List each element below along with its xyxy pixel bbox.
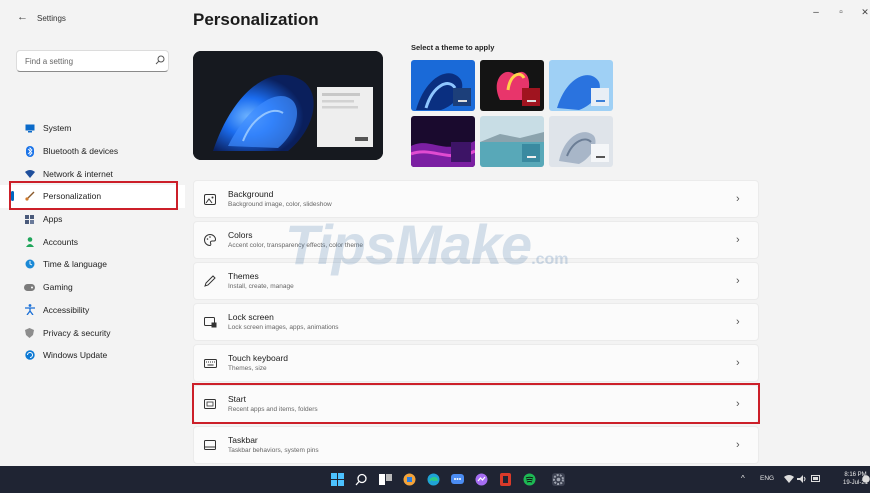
image-icon [203, 192, 217, 206]
pen-icon [203, 274, 217, 288]
setting-title: Themes [228, 271, 259, 281]
search-icon[interactable] [355, 473, 368, 486]
setting-subtitle: Install, create, manage [228, 283, 294, 290]
sidebar-item-privacy[interactable]: Privacy & security [0, 321, 185, 344]
sidebar-item-system[interactable]: System [0, 117, 185, 140]
task-view-icon[interactable] [379, 473, 392, 486]
shield-icon [24, 327, 35, 338]
setting-row-colors[interactable]: Colors Accent color, transparency effects… [193, 221, 759, 259]
chevron-right-icon: › [736, 234, 740, 246]
battery-icon[interactable] [811, 475, 821, 484]
chat-icon[interactable] [451, 473, 464, 486]
bluetooth-icon [24, 145, 35, 157]
theme-select-label: Select a theme to apply [411, 43, 495, 52]
setting-row-lock-screen[interactable]: Lock screen Lock screen images, apps, ani… [193, 303, 759, 341]
chevron-right-icon: › [736, 193, 740, 205]
theme-grid [411, 60, 613, 168]
bloom-wallpaper-image [193, 51, 383, 160]
setting-title: Lock screen [228, 312, 274, 322]
maximize-button[interactable]: ▫ [833, 7, 849, 18]
theme-option-sunrise[interactable] [549, 116, 613, 167]
sidebar-item-time-language[interactable]: Time & language [0, 253, 185, 276]
setting-title: Background [228, 189, 274, 199]
setting-row-touch-keyboard[interactable]: Touch keyboard Themes, size › [193, 344, 759, 382]
notification-icon[interactable] [862, 474, 870, 486]
close-button[interactable]: ✕ [857, 7, 870, 18]
update-icon [24, 350, 35, 361]
theme-preview [193, 51, 383, 160]
chevron-right-icon: › [736, 357, 740, 369]
setting-title: Taskbar [228, 435, 258, 445]
taskbar: ^ ENG 8:16 PM 19-Jul-21 [0, 466, 870, 493]
theme-option-captured-motion[interactable] [480, 116, 544, 167]
wifi-icon [24, 168, 35, 179]
setting-subtitle: Accent color, transparency effects, colo… [228, 242, 364, 249]
search-icon[interactable] [155, 55, 165, 65]
lock-screen-icon [203, 315, 217, 329]
widgets-icon[interactable] [403, 473, 416, 486]
setting-subtitle: Background image, color, slideshow [228, 201, 332, 208]
volume-icon[interactable] [797, 475, 807, 485]
sidebar-nav: System Bluetooth & devices Network & int… [0, 117, 185, 367]
messenger-icon[interactable] [475, 473, 488, 486]
sidebar-item-label: Apps [43, 214, 63, 225]
theme-option-flow-purple[interactable] [411, 116, 475, 167]
edge-icon[interactable] [427, 473, 440, 486]
chevron-right-icon: › [736, 275, 740, 287]
chevron-right-icon: › [736, 316, 740, 328]
sidebar-item-label: System [43, 123, 72, 134]
page-title: Personalization [193, 10, 319, 29]
sidebar-item-accounts[interactable]: Accounts [0, 230, 185, 253]
keyboard-icon [203, 356, 217, 370]
app-title: Settings [37, 14, 66, 23]
person-icon [24, 236, 35, 247]
sidebar-item-label: Accessibility [43, 304, 90, 315]
language-indicator[interactable]: ENG [760, 475, 774, 482]
office-icon[interactable] [499, 473, 512, 486]
taskbar-icon [203, 438, 217, 452]
chevron-right-icon: › [736, 439, 740, 451]
title-bar: ← Settings – ▫ ✕ [0, 0, 870, 34]
sidebar-item-label: Privacy & security [43, 327, 111, 338]
gamepad-icon [24, 282, 35, 293]
apps-icon [24, 214, 35, 225]
search-input[interactable] [16, 50, 169, 72]
wifi-tray-icon[interactable] [784, 475, 794, 485]
sidebar-item-gaming[interactable]: Gaming [0, 276, 185, 299]
settings-gear-icon[interactable] [552, 473, 565, 486]
highlight-box-personalization [9, 181, 178, 210]
sidebar-item-windows-update[interactable]: Windows Update [0, 344, 185, 367]
sidebar-item-apps[interactable]: Apps [0, 208, 185, 231]
theme-option-windows-light[interactable] [549, 60, 613, 111]
setting-title: Touch keyboard [228, 353, 289, 363]
globe-clock-icon [24, 259, 35, 270]
sidebar-item-bluetooth[interactable]: Bluetooth & devices [0, 140, 185, 163]
sidebar-item-accessibility[interactable]: Accessibility [0, 299, 185, 322]
palette-icon [203, 233, 217, 247]
sidebar-item-label: Gaming [43, 282, 73, 293]
setting-row-background[interactable]: Background Background image, color, slide… [193, 180, 759, 218]
windows-start-icon[interactable] [331, 473, 344, 486]
setting-subtitle: Lock screen images, apps, animations [228, 324, 339, 331]
setting-subtitle: Taskbar behaviors, system pins [228, 447, 319, 454]
minimize-button[interactable]: – [808, 7, 824, 18]
theme-option-glow-red[interactable] [480, 60, 544, 111]
accessibility-icon [24, 304, 35, 316]
setting-subtitle: Themes, size [228, 365, 267, 372]
spotify-icon[interactable] [523, 473, 536, 486]
sidebar-item-label: Time & language [43, 259, 107, 270]
sidebar-item-label: Accounts [43, 236, 78, 247]
monitor-icon [24, 123, 35, 134]
highlight-box-start [192, 383, 760, 424]
sidebar-item-label: Bluetooth & devices [43, 146, 119, 157]
tray-chevron-up-icon[interactable]: ^ [741, 474, 745, 483]
setting-title: Colors [228, 230, 253, 240]
sidebar-item-label: Network & internet [43, 168, 113, 179]
theme-option-windows-light-blue[interactable] [411, 60, 475, 111]
sidebar-item-label: Windows Update [43, 350, 108, 361]
back-button[interactable]: ← [17, 11, 28, 23]
setting-row-taskbar[interactable]: Taskbar Taskbar behaviors, system pins › [193, 426, 759, 464]
setting-row-themes[interactable]: Themes Install, create, manage › [193, 262, 759, 300]
